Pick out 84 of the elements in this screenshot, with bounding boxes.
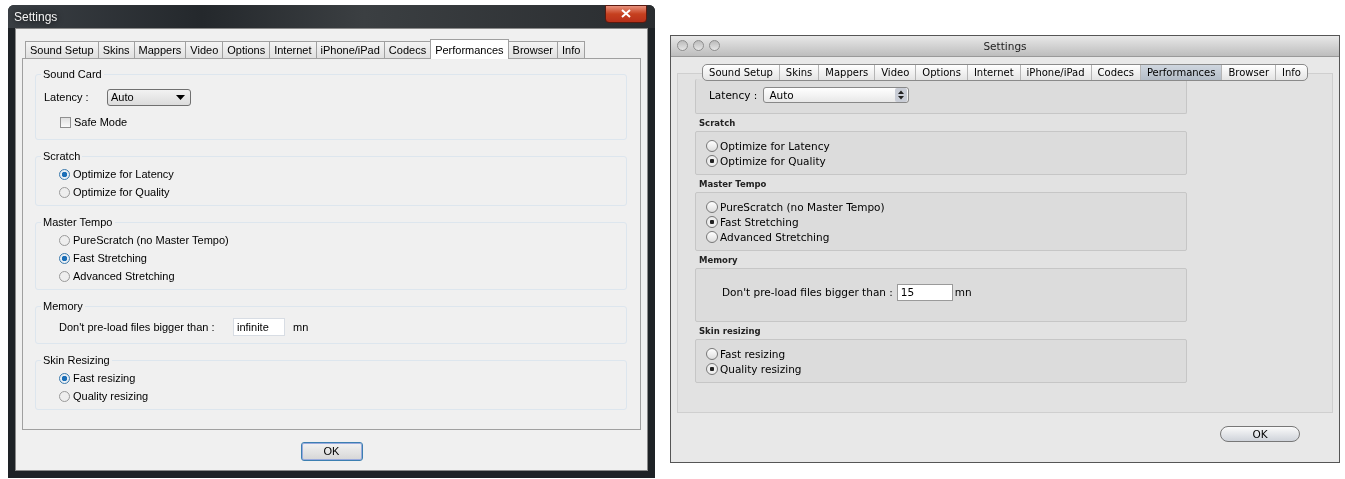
group-title: Master Tempo	[41, 215, 115, 229]
tab[interactable]: Sound Setup	[25, 41, 99, 58]
radio-button[interactable]	[706, 139, 718, 152]
radio-button[interactable]	[706, 230, 718, 243]
tab[interactable]: Info	[556, 41, 586, 58]
tab[interactable]: Options	[222, 41, 271, 58]
radio-label: Advanced Stretching	[720, 230, 830, 243]
radio-button[interactable]	[706, 154, 718, 167]
dropdown[interactable]: Auto	[107, 88, 191, 106]
radio-label: PureScratch (no Master Tempo)	[73, 234, 229, 246]
caret-icon	[176, 94, 185, 100]
field-label: Latency :	[44, 91, 90, 103]
group-title: Master Tempo	[699, 179, 768, 189]
tab[interactable]: Browser	[1221, 65, 1275, 80]
tab[interactable]: Skins	[778, 65, 819, 80]
dropdown[interactable]: Auto	[763, 87, 910, 103]
radio-label: Optimize for Latency	[73, 168, 174, 180]
radio-label: Quality resizing	[73, 390, 149, 402]
radio-button[interactable]	[706, 347, 718, 360]
radio-button[interactable]	[706, 215, 718, 228]
stepper-arrows-icon	[895, 88, 908, 102]
checkbox[interactable]	[60, 116, 71, 128]
group-title: Memory	[41, 299, 85, 313]
radio-label: Optimize for Quality	[73, 186, 170, 198]
group-title: Memory	[699, 255, 739, 265]
tab[interactable]: Performances	[1139, 65, 1222, 80]
tab[interactable]: Codecs	[1090, 65, 1140, 80]
field-label: Latency :	[709, 89, 758, 101]
radio-label: Fast resizing	[73, 372, 136, 384]
radio-button[interactable]	[59, 270, 70, 282]
tab[interactable]: iPhone/iPad	[315, 41, 385, 58]
close-button[interactable]	[605, 4, 647, 23]
radio-button[interactable]	[706, 362, 718, 375]
radio-label: Optimize for Quality	[720, 154, 826, 167]
radio-button[interactable]	[706, 200, 718, 213]
tab[interactable]: Mappers	[818, 65, 875, 80]
radio-button[interactable]	[59, 372, 70, 384]
checkbox-label: Safe Mode	[74, 116, 128, 128]
ok-button[interactable]: OK	[1220, 426, 1300, 442]
tab[interactable]: Sound Setup	[703, 65, 779, 80]
radio-button[interactable]	[59, 186, 70, 198]
radio-label: Fast Stretching	[720, 215, 799, 228]
radio-label: Quality resizing	[720, 362, 802, 375]
unit-label: mn	[293, 321, 309, 333]
tab[interactable]: Video	[185, 41, 224, 58]
group-title: Skin Resizing	[41, 353, 112, 367]
radio-label: Fast resizing	[720, 347, 786, 360]
group-title: Sound Card	[41, 67, 104, 81]
dropdown-value: Auto	[769, 89, 794, 101]
field-label: Don't pre-load files bigger than :	[722, 286, 893, 298]
group-title: Skin resizing	[699, 326, 762, 336]
dropdown-value: Auto	[111, 91, 134, 103]
tab[interactable]: Video	[874, 65, 916, 80]
unit-label: mn	[954, 286, 972, 298]
radio-label: Advanced Stretching	[73, 270, 175, 282]
tab[interactable]: iPhone/iPad	[1019, 65, 1091, 80]
window-button[interactable]	[677, 40, 688, 51]
close-icon	[621, 9, 631, 18]
radio-button[interactable]	[59, 234, 70, 246]
window-title: Settings	[14, 9, 59, 24]
group-title: Scratch	[41, 149, 83, 163]
input-field[interactable]: infinite	[233, 318, 285, 336]
group-title: Scratch	[699, 118, 737, 128]
window-title: Settings	[983, 40, 1027, 52]
tab[interactable]: Browser	[507, 41, 558, 58]
tab[interactable]: Internet	[966, 65, 1020, 80]
radio-button[interactable]	[59, 168, 70, 180]
window-button[interactable]	[709, 40, 720, 51]
field-label: Don't pre-load files bigger than :	[59, 321, 216, 333]
radio-button[interactable]	[59, 252, 70, 264]
tab[interactable]: Performances	[430, 39, 509, 59]
radio-label: PureScratch (no Master Tempo)	[720, 200, 885, 213]
radio-button[interactable]	[59, 390, 70, 402]
tab[interactable]: Options	[915, 65, 967, 80]
window-button[interactable]	[693, 40, 704, 51]
tab[interactable]: Mappers	[133, 41, 187, 58]
tab[interactable]: Internet	[269, 41, 317, 58]
input-field[interactable]: 15	[896, 283, 953, 301]
tab[interactable]: Codecs	[383, 41, 432, 58]
tab[interactable]: Info	[1275, 65, 1307, 80]
radio-label: Fast Stretching	[73, 252, 147, 264]
tab[interactable]: Skins	[97, 41, 135, 58]
ok-button[interactable]: OK	[300, 441, 363, 461]
radio-label: Optimize for Latency	[720, 139, 830, 152]
